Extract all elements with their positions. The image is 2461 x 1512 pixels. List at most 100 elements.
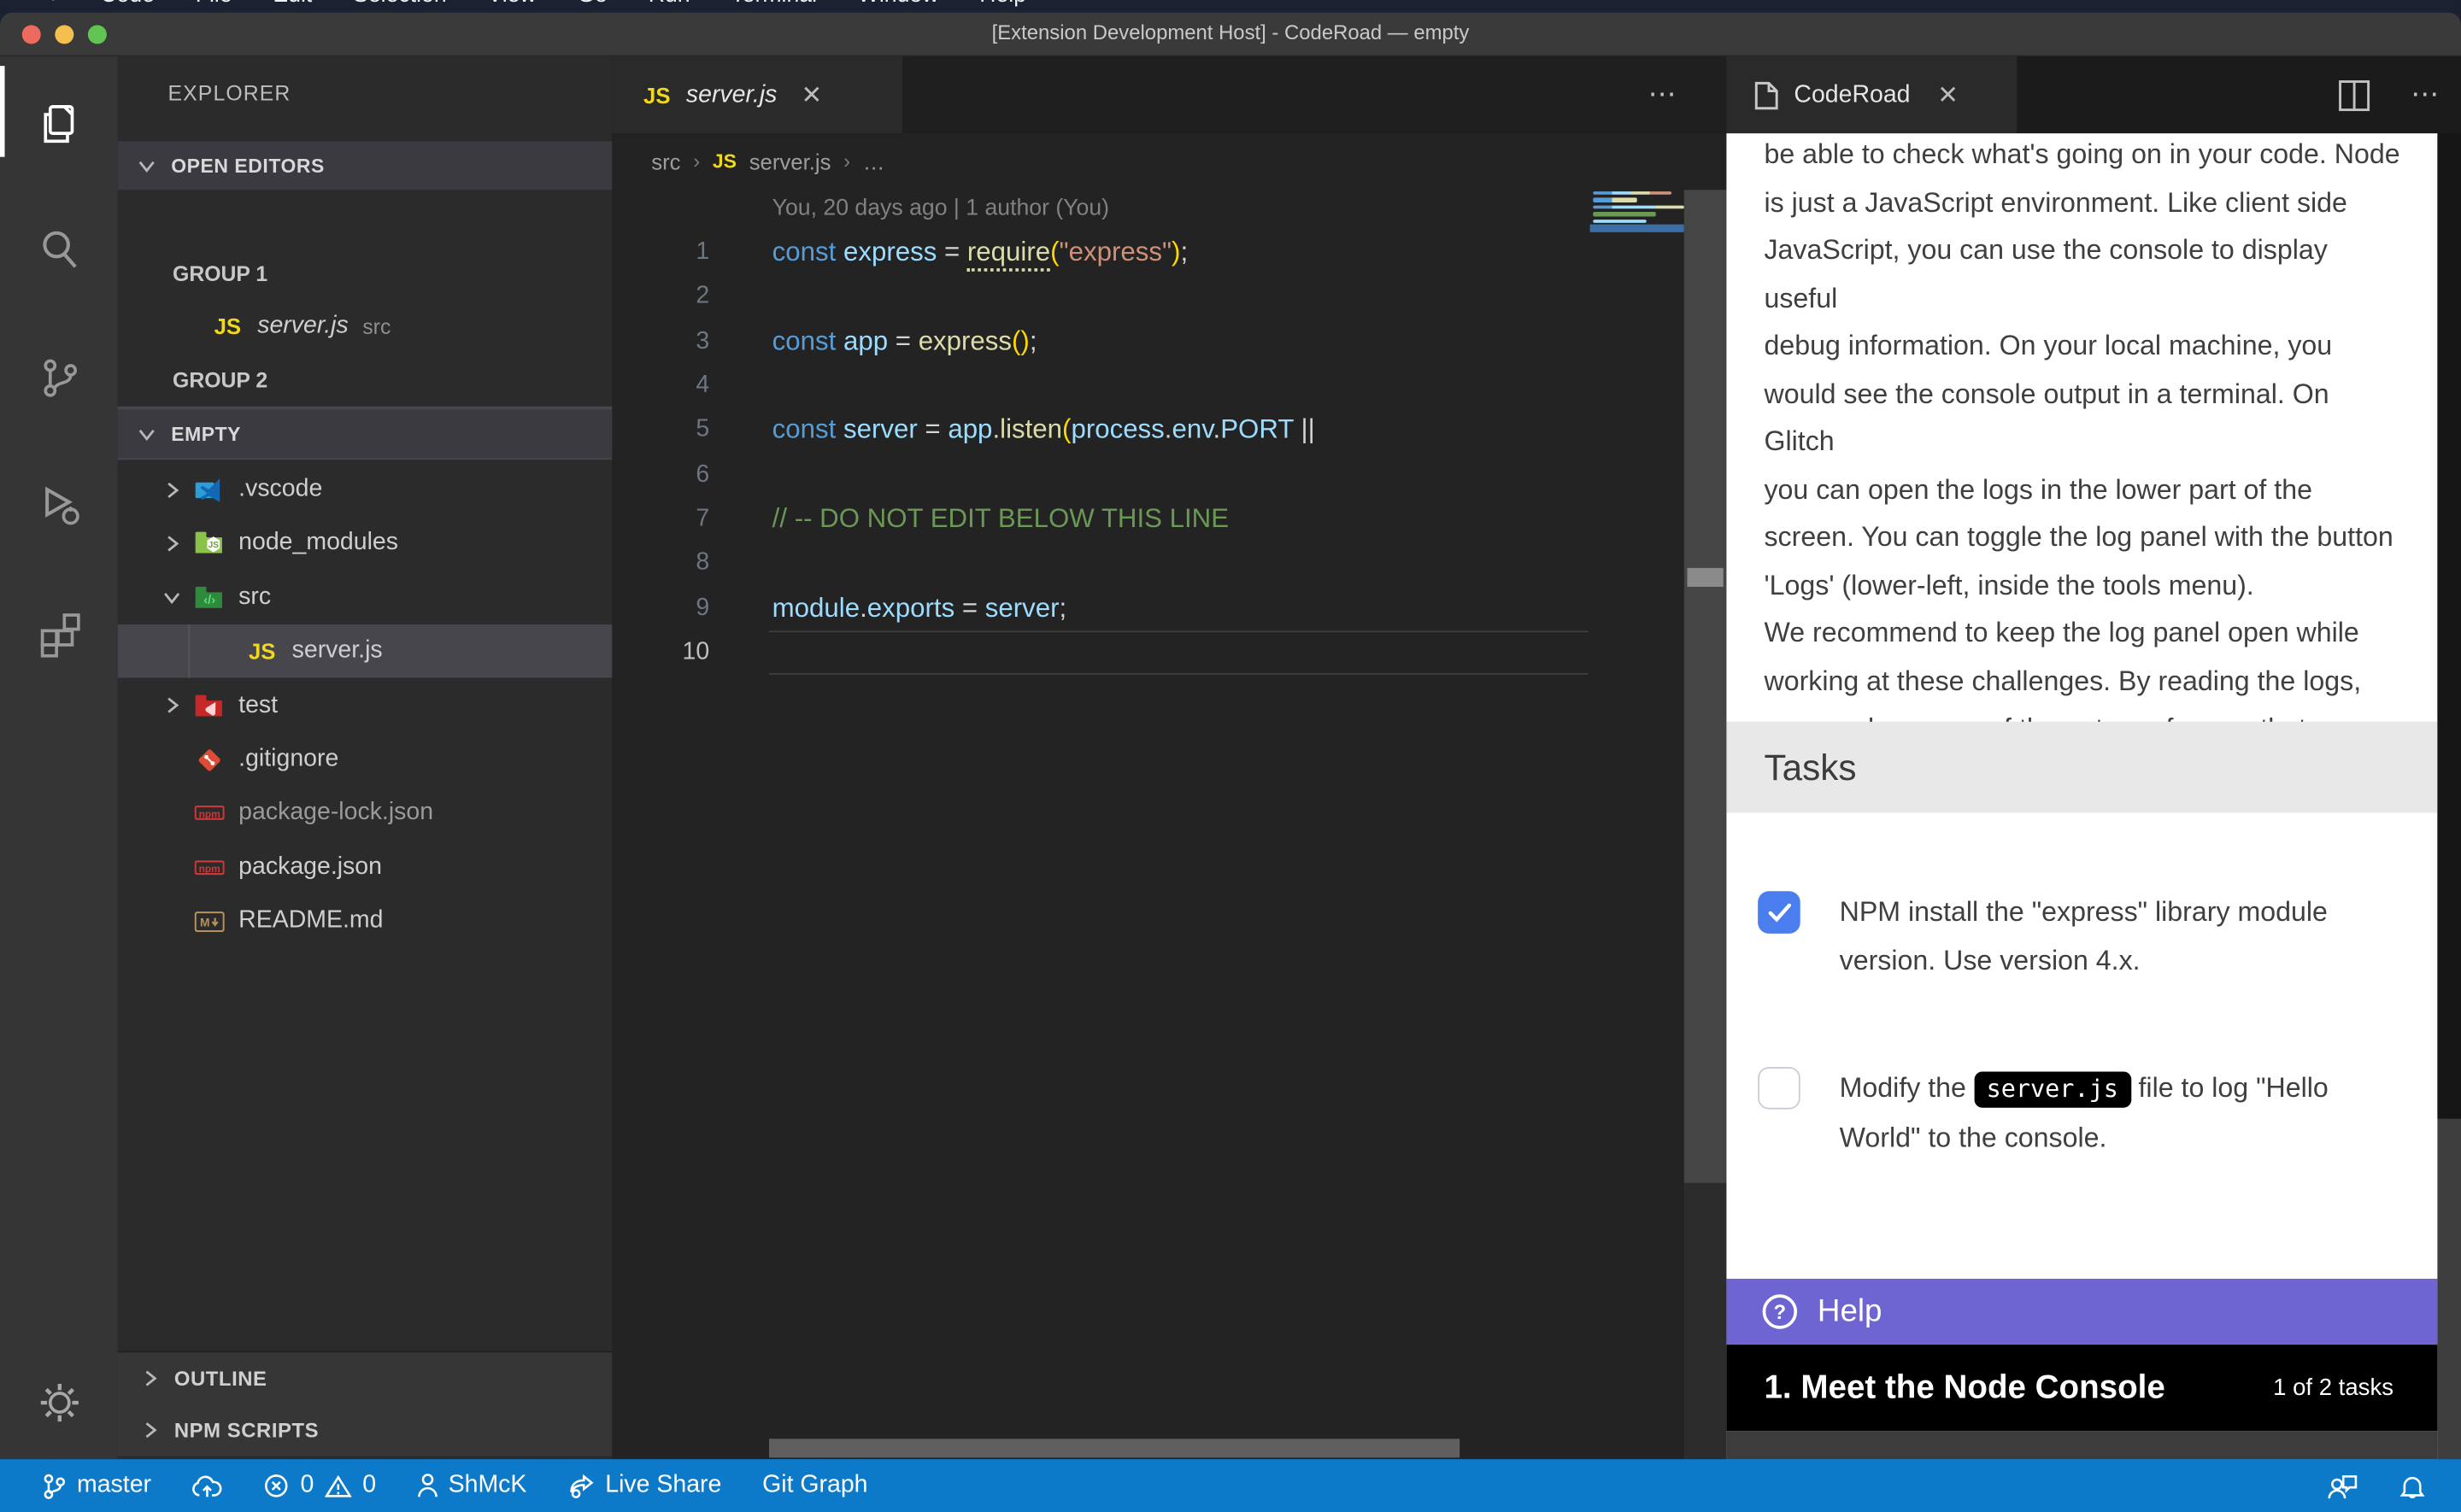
tree-item-label: package.json	[238, 853, 382, 882]
siri-icon[interactable]: ▪	[2388, 0, 2395, 8]
open-editors-header[interactable]: OPEN EDITORS	[118, 141, 613, 190]
code-text: // -- DO NOT EDIT BELOW THIS LINE	[772, 503, 1229, 535]
menu-file[interactable]: File	[196, 0, 232, 8]
checkbox-checked[interactable]	[1758, 891, 1800, 934]
activitybar-explorer-icon[interactable]	[0, 86, 118, 161]
code-line-1[interactable]: 1const express = require("express");	[612, 231, 1588, 275]
section-npm-scripts[interactable]: NPM SCRIPTS	[118, 1404, 613, 1456]
clock-icon[interactable]: ▪	[2318, 0, 2325, 8]
chevron-spacer	[159, 855, 184, 880]
editor-scrollbar[interactable]	[1684, 190, 1727, 1183]
code-line-5[interactable]: 5const server = app.listen(process.env.P…	[612, 408, 1588, 453]
control-center-icon[interactable]: ▪	[2423, 0, 2429, 8]
editor-more-actions-icon[interactable]: ⋯	[1648, 56, 1680, 133]
activitybar-settings-gear-icon[interactable]	[0, 1365, 118, 1440]
refresh-icon[interactable]: ▪	[2073, 0, 2080, 8]
statusbar-git-graph[interactable]: Git Graph	[742, 1459, 888, 1512]
task-item-2[interactable]: Modify the server.js file to log "HelloW…	[1758, 1064, 2409, 1163]
split-editor-icon[interactable]	[2339, 79, 2370, 111]
activitybar-extensions-icon[interactable]	[0, 598, 118, 673]
tree-item-src[interactable]: ‹/›src	[118, 571, 613, 624]
volume-icon[interactable]: ▪	[2248, 0, 2255, 8]
code-line-4[interactable]: 4	[612, 364, 1588, 408]
activitybar-search-icon[interactable]	[0, 212, 118, 287]
panel-more-actions-icon[interactable]: ⋯	[2411, 79, 2442, 112]
breadcrumb[interactable]: src › JS server.js › …	[612, 133, 1726, 188]
shield-icon[interactable]: ▪	[2108, 0, 2115, 8]
checkbox-unchecked[interactable]	[1758, 1067, 1800, 1110]
statusbar-master[interactable]: master	[22, 1459, 172, 1512]
tree-item-server-js[interactable]: JSserver.js	[118, 624, 613, 677]
minimap[interactable]	[1590, 188, 1684, 784]
js-file-icon: JS	[212, 313, 244, 341]
tree-item-package-lock-json[interactable]: npmpackage-lock.json	[118, 787, 613, 840]
tree-item--vscode[interactable]: .vscode	[118, 463, 613, 516]
code-line-2[interactable]: 2	[612, 275, 1588, 319]
wifi-icon[interactable]: ▪	[2283, 0, 2290, 8]
close-tab-icon[interactable]: ✕	[1935, 79, 1960, 111]
scrollbar-thumb[interactable]	[1687, 568, 1723, 587]
tree-item-label: .gitignore	[238, 745, 338, 773]
display-icon[interactable]: ▪	[2039, 0, 2046, 8]
play-icon[interactable]: ▪	[2143, 0, 2150, 8]
tree-item-test[interactable]: test	[118, 679, 613, 732]
statusbar-live-share[interactable]: Live Share	[547, 1459, 742, 1512]
svg-text:M: M	[199, 916, 209, 929]
webview-scrollbar[interactable]	[2437, 133, 2461, 1459]
lesson-footer[interactable]: 1. Meet the Node Console 1 of 2 tasks	[1726, 1345, 2437, 1431]
keystone-icon[interactable]: ▪	[2178, 0, 2185, 8]
breadcrumb-folder[interactable]: src	[651, 149, 680, 173]
horizontal-scrollbar-thumb[interactable]	[769, 1439, 1460, 1457]
tree-item-node_modules[interactable]: JSnode_modules	[118, 517, 613, 570]
line-number: 10	[612, 638, 709, 666]
battery-icon[interactable]: ▪	[2213, 0, 2220, 8]
section-outline[interactable]: OUTLINE	[118, 1352, 613, 1404]
webview-scrollbar-thumb[interactable]	[2437, 133, 2461, 1118]
tree-item--gitignore[interactable]: .gitignore	[118, 733, 613, 786]
menu-code[interactable]: Code	[100, 0, 155, 8]
menu-selection[interactable]: Selection	[353, 0, 447, 8]
tree-item-package-json[interactable]: npmpackage.json	[118, 841, 613, 894]
apple-menu-icon[interactable]: ●	[47, 0, 59, 8]
code-line-8[interactable]: 8	[612, 542, 1588, 586]
code-line-10[interactable]: 10	[612, 630, 1588, 675]
close-tab-icon[interactable]: ✕	[799, 79, 824, 111]
tab-coderoad[interactable]: CodeRoad ✕	[1726, 56, 2017, 133]
activitybar-run-debug-icon[interactable]	[0, 467, 118, 542]
footer-spacer	[1726, 1431, 2437, 1459]
menu-view[interactable]: View	[487, 0, 536, 8]
menu-terminal[interactable]: Terminal	[731, 0, 817, 8]
help-label: Help	[1818, 1293, 1882, 1329]
task-item-1[interactable]: NPM install the "express" library module…	[1758, 888, 2409, 986]
statusbar-shmck[interactable]: ShMcK	[396, 1459, 547, 1512]
chevron-right-icon	[137, 1366, 162, 1391]
menu-go[interactable]: Go	[577, 0, 608, 8]
vscode-icon	[193, 476, 225, 504]
spotlight-icon[interactable]: ▪	[2353, 0, 2360, 8]
code-text: module.exports = server;	[772, 592, 1067, 624]
tree-item-README-md[interactable]: MREADME.md	[118, 894, 613, 947]
code-editor[interactable]: You, 20 days ago | 1 author (You) 1const…	[612, 188, 1726, 1459]
statusbar-errors-warnings[interactable]: 00	[244, 1459, 396, 1512]
statusbar-cloud-upload[interactable]	[172, 1459, 244, 1512]
open-editor-item-server-js[interactable]: JSserver.jssrc	[118, 300, 613, 353]
code-line-6[interactable]: 6	[612, 453, 1588, 497]
code-line-7[interactable]: 7// -- DO NOT EDIT BELOW THIS LINE	[612, 497, 1588, 542]
code-line-9[interactable]: 9module.exports = server;	[612, 586, 1588, 630]
activitybar-source-control-icon[interactable]	[0, 341, 118, 416]
breadcrumb-symbol[interactable]: …	[863, 149, 885, 173]
menu-window[interactable]: Window	[858, 0, 939, 8]
editor-scrollbar-track[interactable]	[1684, 1183, 1727, 1459]
menu-run[interactable]: Run	[649, 0, 690, 8]
tab-server-js[interactable]: JS server.js ✕	[612, 56, 902, 133]
breadcrumb-file[interactable]: server.js	[749, 149, 831, 173]
menu-edit[interactable]: Edit	[273, 0, 312, 8]
help-bar[interactable]: ? Help	[1726, 1279, 2437, 1345]
statusbar-feedback-icon[interactable]	[2307, 1459, 2379, 1512]
line-number: 5	[612, 416, 709, 444]
code-line-3[interactable]: 3const app = express();	[612, 319, 1588, 364]
menu-help[interactable]: Help	[979, 0, 1026, 8]
folder-section-header[interactable]: EMPTY	[118, 409, 613, 458]
statusbar-bell-icon[interactable]	[2379, 1459, 2445, 1512]
window-title-bar[interactable]: [Extension Development Host] - CodeRoad …	[0, 13, 2461, 56]
